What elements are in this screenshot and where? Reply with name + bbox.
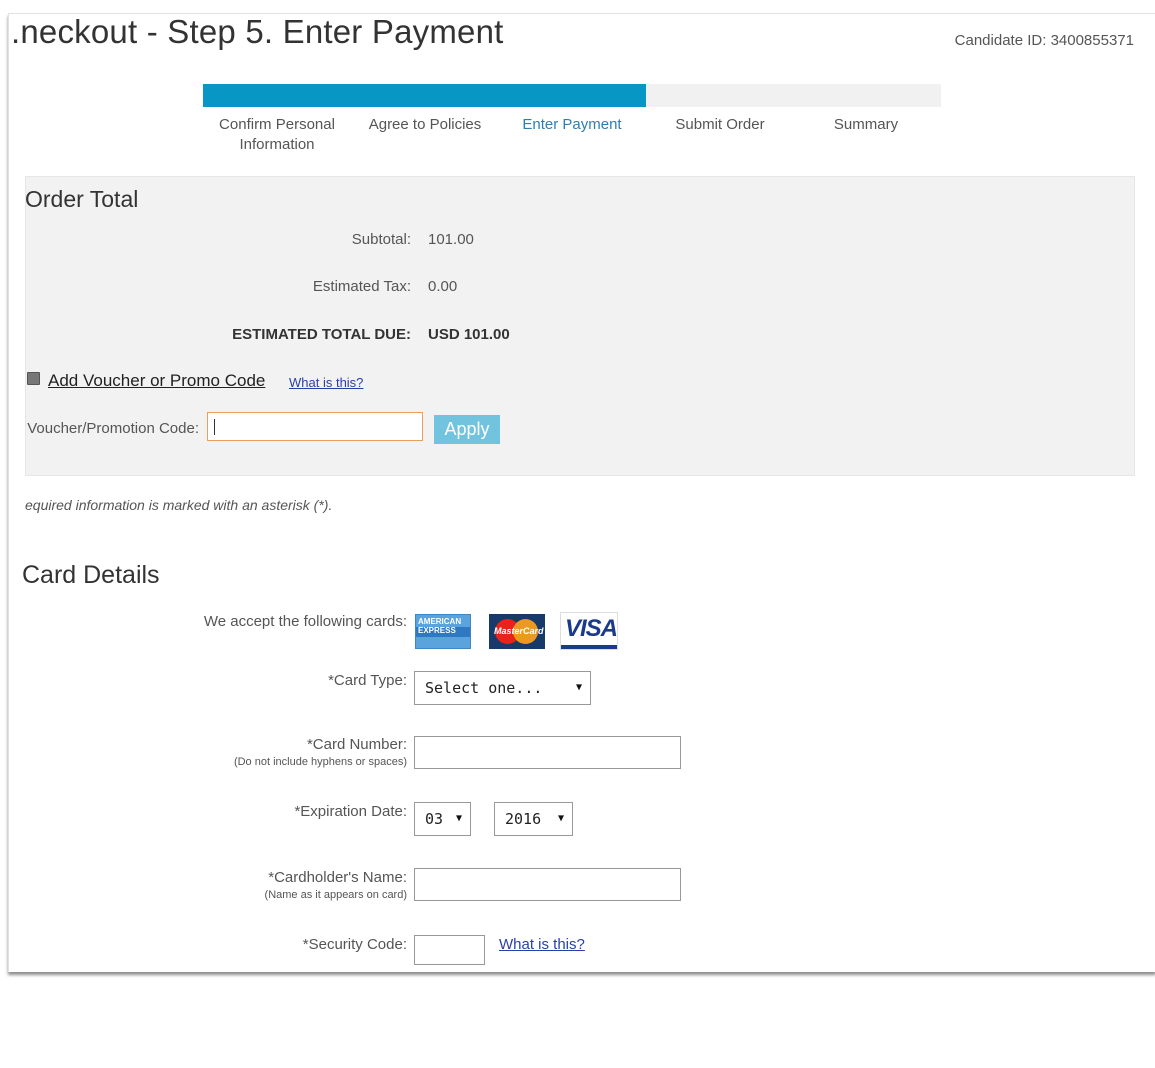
total-value: USD 101.00 bbox=[428, 326, 510, 343]
collapse-icon[interactable] bbox=[27, 372, 40, 385]
voucher-help-link[interactable]: What is this? bbox=[289, 375, 363, 390]
progress-fill bbox=[203, 84, 646, 107]
tax-label: Estimated Tax: bbox=[312, 278, 411, 295]
voucher-toggle[interactable]: Add Voucher or Promo Code bbox=[27, 371, 265, 391]
candidate-id: Candidate ID: 3400855371 bbox=[955, 32, 1134, 49]
dropdown-arrow-icon: ▼ bbox=[455, 813, 462, 824]
step-submit-order: Submit Order bbox=[675, 116, 765, 133]
expiration-date-label: *Expiration Date: bbox=[294, 803, 407, 820]
mastercard-logo-text: MasterCard bbox=[494, 626, 544, 636]
amex-logo-text: AMERICAN EXPRESS bbox=[418, 617, 462, 635]
card-type-value: Select one... bbox=[425, 679, 543, 697]
expiration-month-select[interactable]: 03 ▼ bbox=[414, 802, 471, 836]
expiration-year-select[interactable]: 2016 ▼ bbox=[494, 802, 573, 836]
title-clip: .neckout - Step 5. Enter Payment bbox=[9, 14, 569, 51]
candidate-id-value: 3400855371 bbox=[1050, 32, 1134, 49]
expiration-year-value: 2016 bbox=[505, 810, 542, 828]
visa-logo: VISA bbox=[560, 612, 618, 650]
cardholder-name-hint: (Name as it appears on card) bbox=[264, 889, 407, 901]
order-total-title: Order Total bbox=[25, 186, 139, 212]
security-code-help-link[interactable]: What is this? bbox=[499, 936, 585, 953]
candidate-id-label: Candidate ID: bbox=[954, 32, 1047, 49]
dropdown-arrow-icon: ▼ bbox=[557, 813, 564, 824]
checkout-page: .neckout - Step 5. Enter Payment Candida… bbox=[8, 13, 1155, 972]
card-number-input[interactable] bbox=[414, 736, 681, 769]
visa-stripe bbox=[561, 645, 617, 649]
apply-button[interactable]: Apply bbox=[434, 415, 500, 444]
subtotal-value: 101.00 bbox=[428, 231, 474, 248]
card-type-select[interactable]: Select one... ▼ bbox=[414, 671, 591, 705]
tax-value: 0.00 bbox=[428, 278, 458, 295]
card-number-label: *Card Number: bbox=[306, 736, 407, 753]
step-enter-payment: Enter Payment bbox=[522, 116, 622, 133]
voucher-code-label: Voucher/Promotion Code: bbox=[27, 420, 199, 437]
card-details-title-text: Card Details bbox=[22, 561, 160, 589]
step-confirm-personal-information: Confirm Personal Information bbox=[219, 116, 335, 153]
visa-logo-text: VISA bbox=[565, 615, 618, 642]
step-summary: Summary bbox=[833, 116, 899, 133]
voucher-toggle-link[interactable]: Add Voucher or Promo Code bbox=[48, 371, 265, 390]
card-number-hint: (Do not include hyphens or spaces) bbox=[233, 756, 407, 768]
card-type-label: *Card Type: bbox=[328, 672, 407, 689]
security-code-label: *Security Code: bbox=[302, 936, 407, 953]
text-caret bbox=[214, 419, 215, 435]
accepted-cards-label: We accept the following cards: bbox=[203, 613, 407, 630]
expiration-month-value: 03 bbox=[425, 810, 444, 828]
cardholder-name-input[interactable] bbox=[414, 868, 681, 901]
total-label: ESTIMATED TOTAL DUE: bbox=[232, 326, 411, 343]
mastercard-logo: MasterCard bbox=[489, 614, 545, 649]
dropdown-arrow-icon: ▼ bbox=[575, 682, 582, 693]
amex-logo: AMERICAN EXPRESS bbox=[415, 614, 471, 649]
voucher-code-input[interactable] bbox=[207, 412, 423, 441]
security-code-input[interactable] bbox=[414, 935, 485, 965]
required-note: equired information is marked with an as… bbox=[25, 497, 333, 513]
cardholder-name-label: *Cardholder's Name: bbox=[268, 869, 407, 886]
page-title: .neckout - Step 5. Enter Payment bbox=[11, 14, 504, 50]
card-details-title: Card Details bbox=[22, 561, 160, 590]
step-agree-to-policies: Agree to Policies bbox=[368, 116, 482, 133]
subtotal-label: Subtotal: bbox=[351, 231, 411, 248]
